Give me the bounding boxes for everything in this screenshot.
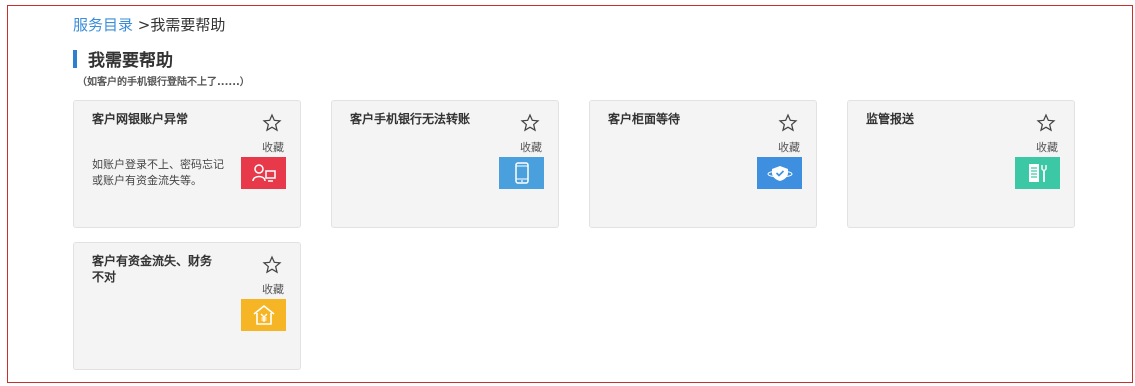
- card-regulatory-reporting[interactable]: 监管报送 收藏: [847, 100, 1075, 228]
- star-icon[interactable]: [262, 113, 282, 133]
- card-counter-waiting[interactable]: 客户柜面等待 收藏: [589, 100, 817, 228]
- favorite-label[interactable]: 收藏: [520, 139, 542, 155]
- breadcrumb-current: 我需要帮助: [150, 16, 226, 34]
- card-online-banking-account[interactable]: 客户网银账户异常 收藏 如账户登录不上、密码忘记或账户有资金流失等。: [73, 100, 301, 228]
- shield-check-icon: [757, 157, 802, 189]
- favorite-label[interactable]: 收藏: [1036, 139, 1058, 155]
- title-accent-bar: [73, 49, 77, 68]
- report-tools-icon: [1015, 157, 1060, 189]
- breadcrumb: 服务目录 >我需要帮助: [73, 14, 225, 35]
- card-title: 监管报送: [866, 112, 915, 126]
- card-title: 客户手机银行无法转账: [350, 112, 471, 126]
- mobile-phone-icon: [499, 157, 544, 189]
- card-mobile-banking-transfer[interactable]: 客户手机银行无法转账 收藏: [331, 100, 559, 228]
- house-yuan-icon: [241, 299, 286, 331]
- star-icon[interactable]: [520, 113, 540, 133]
- favorite-label[interactable]: 收藏: [262, 281, 284, 297]
- breadcrumb-separator: >: [133, 16, 151, 34]
- section-header: 我需要帮助: [73, 46, 173, 71]
- card-description: 如账户登录不上、密码忘记或账户有资金流失等。: [92, 158, 224, 187]
- breadcrumb-link-service-catalog[interactable]: 服务目录: [73, 16, 133, 34]
- page-subtitle: （如客户的手机银行登陆不上了......）: [77, 77, 250, 88]
- star-icon[interactable]: [262, 255, 282, 275]
- card-title: 客户有资金流失、财务不对: [92, 254, 213, 284]
- page-title: 我需要帮助: [88, 51, 173, 71]
- favorite-label[interactable]: 收藏: [262, 139, 284, 155]
- star-icon[interactable]: [1036, 113, 1056, 133]
- favorite-label[interactable]: 收藏: [778, 139, 800, 155]
- star-icon[interactable]: [778, 113, 798, 133]
- card-title: 客户柜面等待: [608, 112, 681, 126]
- user-computer-icon: [241, 157, 286, 189]
- card-fund-loss[interactable]: 客户有资金流失、财务不对 收藏: [73, 242, 301, 370]
- card-title: 客户网银账户异常: [92, 112, 189, 126]
